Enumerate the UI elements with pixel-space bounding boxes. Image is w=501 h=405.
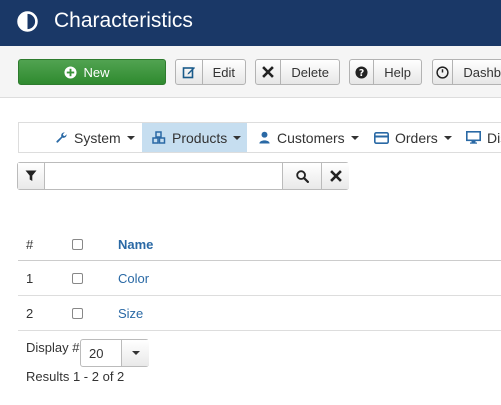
edit-button[interactable]: Edit <box>175 59 246 85</box>
chevron-down-icon <box>126 135 135 140</box>
characteristics-table: # Name 1 Color 2 Size <box>18 228 501 331</box>
search-input[interactable] <box>46 163 282 189</box>
question-icon: ? <box>350 60 375 84</box>
help-button[interactable]: ? Help <box>349 59 422 85</box>
chevron-down-icon <box>443 135 452 140</box>
results-counter: Results 1 - 2 of 2 <box>26 369 125 384</box>
menu-item-products-label: Products <box>172 129 228 146</box>
table-header: # Name <box>18 228 501 261</box>
delete-button-label: Delete <box>291 64 329 80</box>
menu-item-system[interactable]: System <box>55 123 135 152</box>
filter-icon[interactable] <box>18 163 45 189</box>
menu-item-system-label: System <box>74 129 121 146</box>
new-button[interactable]: New <box>18 59 166 85</box>
row-name-link[interactable]: Size <box>118 306 143 321</box>
plus-circle-icon <box>64 65 78 79</box>
table-row: 1 Color <box>18 261 501 296</box>
display-limit-value: 20 <box>89 346 104 361</box>
menu-item-orders-label: Orders <box>395 129 438 146</box>
help-button-label: Help <box>384 64 411 80</box>
main-menu: System Products Customers Orders Di <box>18 122 501 153</box>
search-icon <box>295 169 309 183</box>
credit-card-icon <box>374 131 389 144</box>
monitor-icon <box>466 131 481 144</box>
menu-item-products[interactable]: Products <box>142 123 247 152</box>
menu-item-customers[interactable]: Customers <box>258 123 359 152</box>
cubes-icon <box>152 131 166 144</box>
column-header-name[interactable]: Name <box>118 228 153 260</box>
clear-button[interactable] <box>321 163 349 189</box>
page-header: Characteristics <box>0 0 501 46</box>
row-name-link[interactable]: Color <box>118 271 149 286</box>
edit-button-label: Edit <box>212 64 235 80</box>
delete-button[interactable]: Delete <box>255 59 340 85</box>
menu-item-customers-label: Customers <box>277 129 345 146</box>
row-checkbox[interactable] <box>72 261 83 295</box>
new-button-label: New <box>83 64 110 80</box>
chevron-down-icon <box>233 135 242 140</box>
menu-item-orders[interactable]: Orders <box>374 123 452 152</box>
dashboard-button-label: Dashb <box>463 64 501 80</box>
wrench-icon <box>55 131 68 144</box>
page-title: Characteristics <box>54 9 193 32</box>
display-limit: Display # <box>26 340 79 355</box>
dashboard-button[interactable]: Dashb <box>432 59 501 85</box>
close-icon <box>256 60 282 84</box>
close-icon <box>329 170 342 182</box>
chevron-down-icon <box>121 340 149 366</box>
column-header-number: # <box>26 236 34 252</box>
display-label: Display # <box>26 340 80 355</box>
edit-icon <box>176 60 203 84</box>
row-number: 1 <box>26 270 34 286</box>
row-number: 2 <box>26 305 34 321</box>
menu-item-dis[interactable]: Dis <box>466 123 501 152</box>
search-button[interactable] <box>282 163 321 189</box>
row-checkbox[interactable] <box>72 296 83 330</box>
select-all-checkbox[interactable] <box>72 228 83 260</box>
user-icon <box>258 131 271 144</box>
svg-text:?: ? <box>359 68 364 79</box>
dashboard-icon <box>433 60 454 84</box>
menu-item-dis-label: Dis <box>487 129 501 146</box>
contrast-icon <box>17 11 38 32</box>
toolbar: New Edit Delete ? Help Dashb <box>0 46 501 98</box>
table-row: 2 Size <box>18 296 501 331</box>
chevron-down-icon <box>350 135 359 140</box>
filter-bar <box>17 162 349 190</box>
display-limit-select[interactable]: 20 <box>80 339 149 367</box>
